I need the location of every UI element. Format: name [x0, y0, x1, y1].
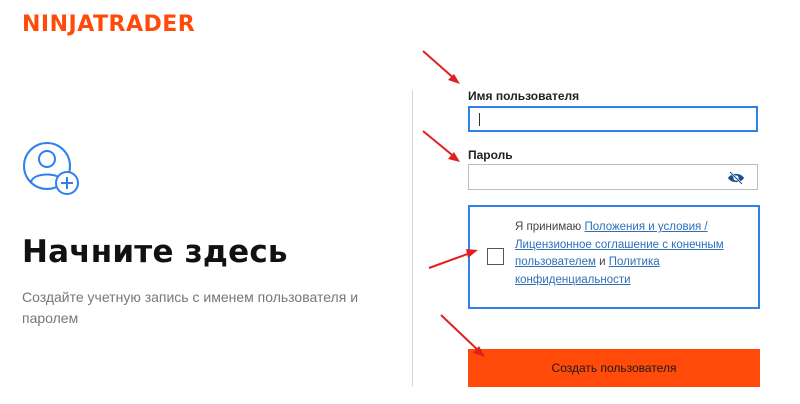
terms-checkbox[interactable]	[487, 248, 504, 265]
page-title: Начните здесь	[22, 234, 288, 270]
annotation-arrow-password	[422, 130, 460, 162]
divider	[412, 90, 413, 386]
terms-prefix: Я принимаю	[515, 221, 585, 233]
username-field[interactable]	[468, 106, 758, 132]
terms-conj: и	[595, 256, 609, 268]
username-label: Имя пользователя	[468, 89, 580, 103]
password-label: Пароль	[468, 148, 513, 162]
terms-box: Я принимаю Положения и условия / Лицензи…	[468, 205, 760, 309]
terms-text: Я принимаю Положения и условия / Лицензи…	[515, 219, 750, 289]
create-user-button[interactable]: Создать пользователя	[468, 349, 760, 387]
ninjatrader-logo: NINJATRADER	[22, 12, 196, 37]
eye-slash-icon[interactable]	[727, 171, 745, 185]
text-caret	[479, 113, 480, 126]
annotation-arrow-username	[422, 50, 460, 84]
page-subtitle: Создайте учетную запись с именем пользов…	[22, 289, 359, 326]
password-field[interactable]	[468, 164, 758, 190]
add-user-icon	[23, 142, 79, 195]
